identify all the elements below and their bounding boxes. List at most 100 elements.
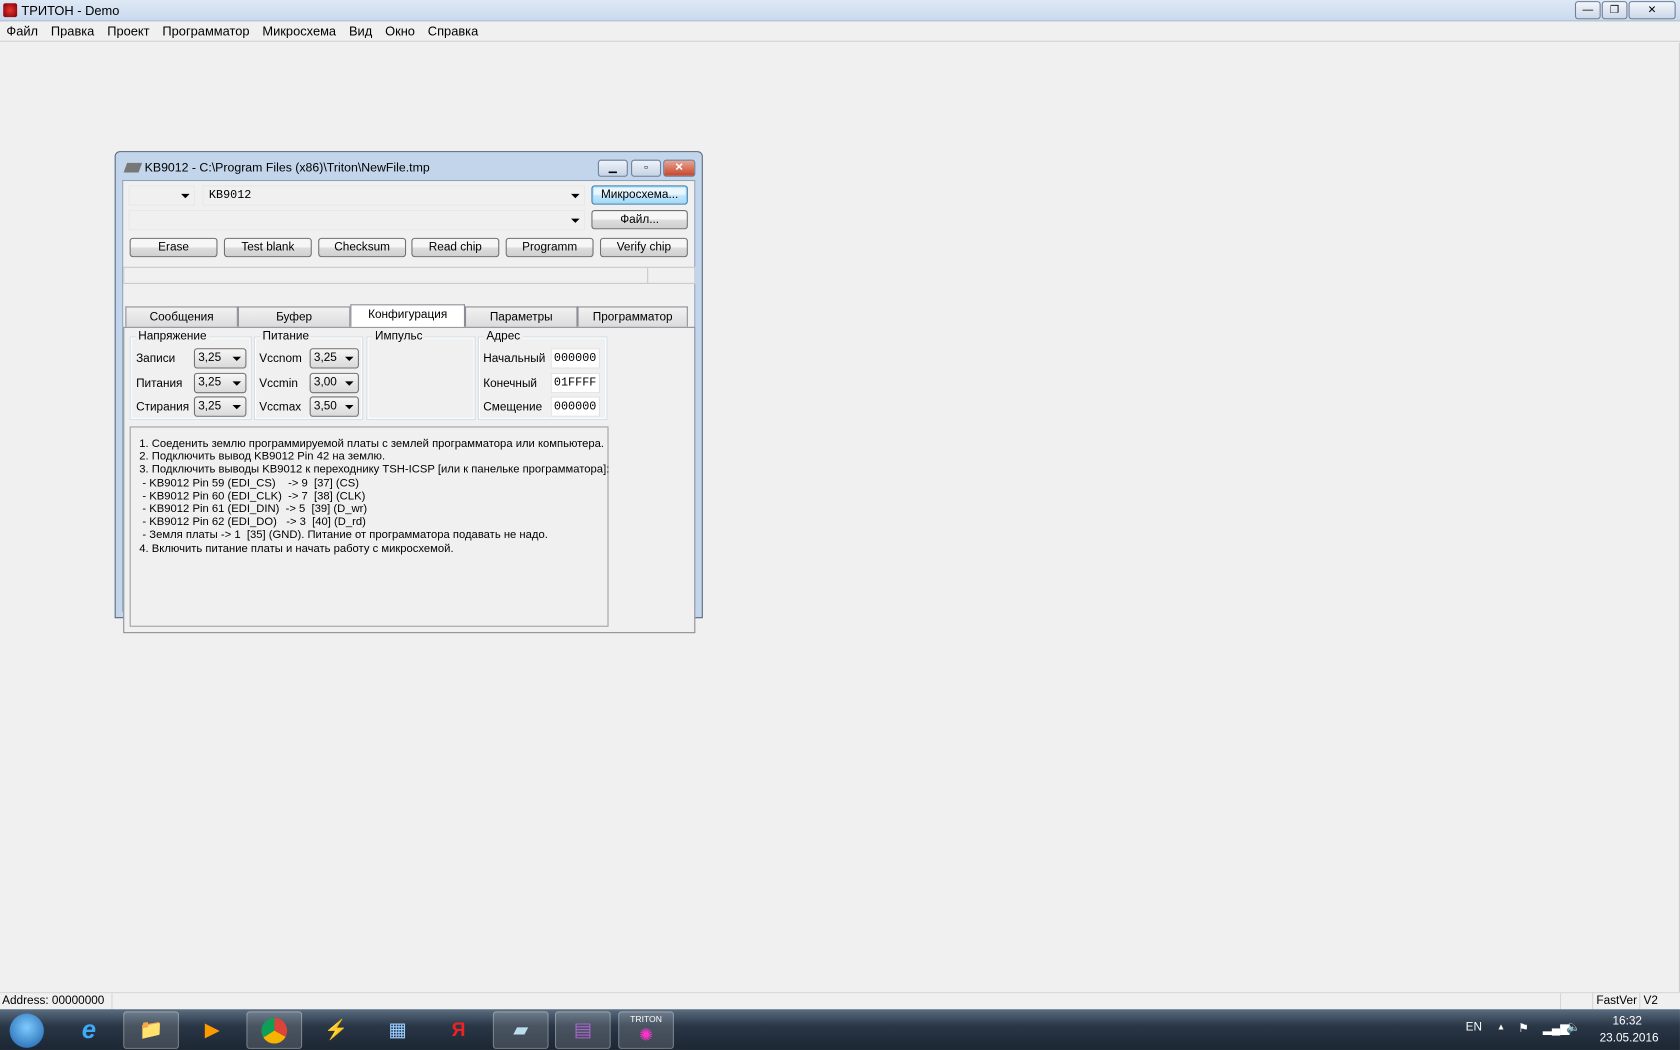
- vccmax-select[interactable]: 3,50: [309, 396, 359, 417]
- chip-window: KB9012 - C:\Program Files (x86)\Triton\N…: [114, 151, 703, 634]
- progress-counter: [647, 267, 694, 283]
- menu-view[interactable]: Вид: [343, 21, 379, 40]
- calculator-icon[interactable]: ▦: [370, 1011, 426, 1048]
- clock-date[interactable]: 23.05.2016: [1600, 1032, 1659, 1045]
- write-voltage-select[interactable]: 3,25: [193, 348, 247, 369]
- window-client: KB9012 Микросхема... Файл... Erase Test …: [122, 179, 696, 634]
- chip-select-button[interactable]: Микросхема...: [591, 185, 688, 205]
- field-label: Конечный: [483, 377, 538, 390]
- menu-window[interactable]: Окно: [379, 21, 422, 40]
- field-label: Стирания: [136, 400, 190, 414]
- triton-taskbar-button[interactable]: TRITON ✺: [618, 1011, 674, 1049]
- app-restore-button[interactable]: ❐: [1601, 1, 1628, 20]
- group-legend: Напряжение: [136, 329, 209, 343]
- chrome-icon[interactable]: [246, 1011, 303, 1049]
- field-label: Записи: [136, 352, 176, 366]
- language-indicator[interactable]: EN: [1466, 1021, 1482, 1034]
- voltage-group: Напряжение Записи 3,25 Питания 3,25 Стир…: [129, 329, 252, 420]
- app-title: ТРИТОН - Demo: [21, 3, 120, 19]
- menu-programmer[interactable]: Программатор: [156, 21, 256, 40]
- clock-time[interactable]: 16:32: [1612, 1015, 1641, 1028]
- winamp-icon[interactable]: ⚡: [309, 1011, 365, 1048]
- chip-name-combo[interactable]: KB9012: [202, 185, 585, 206]
- erase-voltage-select[interactable]: 3,25: [193, 396, 247, 417]
- field-label: Vccnom: [259, 352, 302, 366]
- chip-icon: [123, 162, 143, 173]
- taskbar: e 📁 ▶ ⚡ ▦ Я ▰ ▤ TRITON ✺ EN ▲ ⚑ ▂▄▆ 🔈 16:…: [0, 1009, 1680, 1050]
- menu-bar: Файл Правка Проект Программатор Микросхема Ви…: [0, 21, 1680, 42]
- chevron-down-icon: [344, 356, 354, 362]
- triton-label: TRITON: [630, 1014, 662, 1025]
- group-legend: Импульс: [372, 329, 425, 343]
- tab-configuration[interactable]: Конфигурация: [350, 304, 465, 327]
- file-select-button[interactable]: Файл...: [591, 209, 688, 230]
- end-address-input[interactable]: 01FFFF: [550, 372, 600, 394]
- field-label: Начальный: [483, 352, 546, 366]
- menu-chip[interactable]: Микросхема: [256, 21, 343, 40]
- window-minimize-button[interactable]: ▁: [597, 159, 628, 177]
- chip-window-title: KB9012 - C:\Program Files (x86)\Triton\N…: [144, 161, 430, 175]
- triton-atom-icon: ✺: [638, 1026, 654, 1045]
- menu-help[interactable]: Справка: [421, 21, 484, 40]
- status-bar: Address: 00000000 FastVer V2: [0, 992, 1680, 1011]
- verify-chip-button[interactable]: Verify chip: [599, 237, 688, 258]
- field-label: Vccmin: [259, 377, 298, 390]
- menu-edit[interactable]: Правка: [44, 21, 100, 40]
- file-explorer-icon[interactable]: 📁: [123, 1011, 179, 1049]
- group-legend: Адрес: [484, 329, 523, 343]
- chevron-down-icon: [232, 404, 242, 410]
- start-button[interactable]: [0, 1011, 54, 1048]
- chevron-down-icon: [232, 381, 242, 386]
- action-center-flag-icon[interactable]: ⚑: [1518, 1021, 1529, 1035]
- volume-icon[interactable]: 🔈: [1566, 1020, 1581, 1034]
- pulse-group: Импульс: [366, 329, 476, 420]
- checksum-button[interactable]: Checksum: [318, 237, 407, 258]
- vccnom-select[interactable]: 3,25: [309, 348, 359, 369]
- winrar-icon[interactable]: ▤: [554, 1011, 611, 1049]
- menu-project[interactable]: Проект: [101, 21, 156, 40]
- field-label: Питания: [136, 377, 183, 390]
- power-group: Питание Vccnom 3,25 Vccmin 3,00 Vccmax 3…: [253, 329, 364, 420]
- network-icon[interactable]: ▂▄▆: [1543, 1021, 1569, 1035]
- tab-buffer[interactable]: Буфер: [237, 306, 351, 327]
- chevron-down-icon: [344, 381, 354, 386]
- configuration-panel: Напряжение Записи 3,25 Питания 3,25 Стир…: [123, 326, 696, 634]
- start-address-input[interactable]: 000000: [550, 348, 600, 369]
- erase-button[interactable]: Erase: [129, 237, 218, 258]
- programm-button[interactable]: Programm: [505, 237, 594, 258]
- show-hidden-icons[interactable]: ▲: [1497, 1022, 1505, 1032]
- status-v2: V2: [1639, 993, 1661, 1011]
- chevron-down-icon: [344, 404, 354, 410]
- tab-programmer[interactable]: Программатор: [577, 306, 688, 327]
- app-title-bar: ТРИТОН - Demo — ❐ ✕: [0, 0, 1680, 22]
- read-chip-button[interactable]: Read chip: [411, 237, 500, 258]
- status-pane: [1559, 993, 1592, 1011]
- vccmin-select[interactable]: 3,00: [309, 372, 359, 394]
- offset-address-input[interactable]: 000000: [550, 396, 600, 417]
- status-fastver: FastVer: [1592, 993, 1640, 1011]
- app-minimize-button[interactable]: —: [1574, 1, 1601, 20]
- tab-messages[interactable]: Сообщения: [125, 306, 238, 327]
- file-combo[interactable]: [128, 209, 585, 231]
- internet-explorer-icon[interactable]: e: [61, 1011, 117, 1048]
- app-close-button[interactable]: ✕: [1628, 1, 1676, 20]
- status-address: Address: 00000000: [2, 994, 105, 1008]
- chevron-down-icon: [181, 193, 190, 199]
- chevron-down-icon: [232, 356, 242, 362]
- group-legend: Питание: [260, 329, 312, 343]
- notes-app-icon[interactable]: ▰: [492, 1011, 549, 1049]
- media-player-icon[interactable]: ▶: [184, 1011, 240, 1048]
- window-maximize-button[interactable]: ▫: [631, 159, 662, 177]
- tab-parameters[interactable]: Параметры: [464, 306, 578, 327]
- menu-file[interactable]: Файл: [0, 21, 44, 40]
- chip-type-combo[interactable]: [128, 185, 195, 206]
- connection-notes: 1. Соеденить землю программируемой платы…: [129, 426, 609, 627]
- test-blank-button[interactable]: Test blank: [223, 237, 312, 258]
- progress-bar: [123, 266, 696, 284]
- chevron-down-icon: [571, 218, 580, 223]
- supply-voltage-select[interactable]: 3,25: [193, 372, 247, 394]
- yandex-browser-icon[interactable]: Я: [431, 1011, 487, 1048]
- field-label: Смещение: [483, 400, 543, 414]
- window-close-button[interactable]: ✕: [663, 159, 696, 177]
- chevron-down-icon: [571, 193, 580, 199]
